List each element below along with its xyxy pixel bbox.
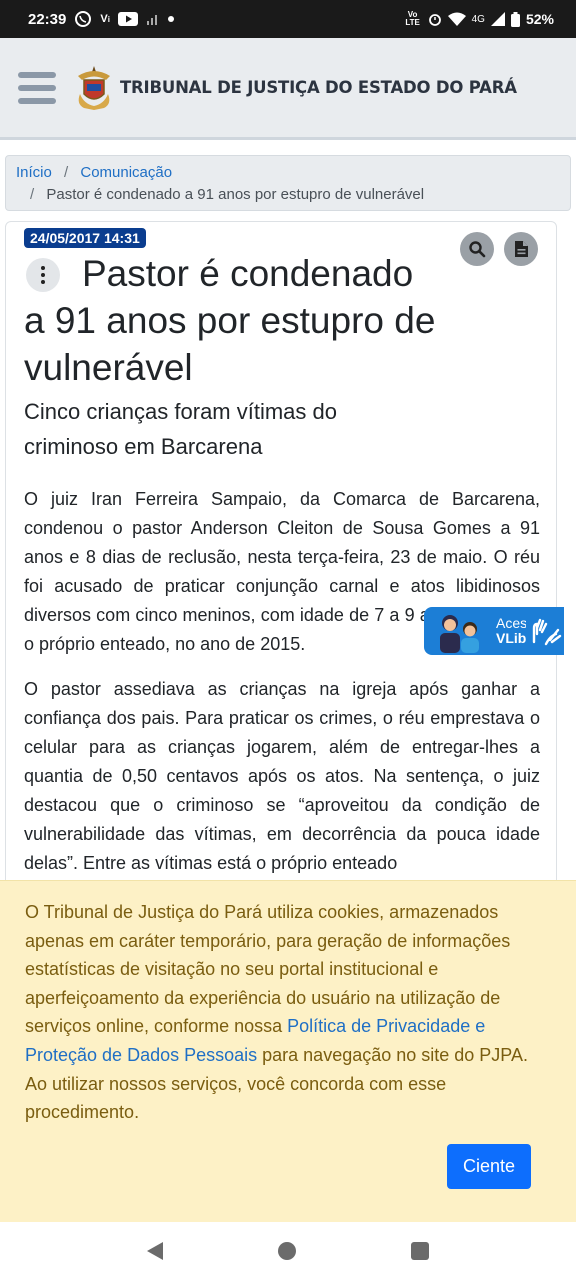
volte-icon: Vo LTE — [405, 10, 420, 27]
breadcrumb-separator: / — [64, 164, 69, 181]
network-type-label: 4G — [471, 13, 485, 25]
vlibras-avatars-icon — [440, 615, 479, 653]
sign-language-hands-icon — [532, 618, 562, 646]
menu-icon[interactable] — [18, 71, 56, 104]
article-paragraph: O pastor assediava as crianças na igreja… — [24, 679, 540, 873]
breadcrumb-home-link[interactable]: Início — [16, 164, 52, 181]
home-icon[interactable] — [277, 1242, 296, 1260]
document-icon — [514, 241, 528, 257]
vlibras-label-line1: Acessível em Libras — [496, 616, 526, 631]
android-navigation-bar — [0, 1222, 576, 1280]
breadcrumb: Início / Comunicação / Pastor é condenad… — [5, 155, 571, 211]
article-title: Pastor é condenado a 91 anos por estupro… — [24, 253, 436, 388]
youtube-icon — [117, 12, 138, 26]
breadcrumb-separator: / — [30, 186, 35, 203]
battery-percent: 52% — [525, 11, 554, 27]
site-header: TRIBUNAL DE JUSTIÇA DO ESTADO DO PARÁ — [0, 38, 576, 140]
battery-icon — [510, 11, 520, 27]
accept-cookies-button[interactable]: Ciente — [447, 1144, 531, 1189]
signal-off-icon — [146, 12, 160, 26]
document-button[interactable] — [504, 232, 538, 266]
back-icon[interactable] — [147, 1242, 164, 1260]
date-badge: 24/05/2017 14:31 — [24, 228, 146, 248]
cookie-text: O Tribunal de Justiça do Pará utiliza co… — [25, 898, 551, 1127]
brand-name[interactable]: TRIBUNAL DE JUSTIÇA DO ESTADO DO PARÁ — [120, 78, 517, 97]
breadcrumb-current: Pastor é condenado a 91 anos por estupro… — [46, 186, 425, 203]
tjpa-coat-of-arms-logo[interactable] — [74, 64, 114, 112]
status-time: 22:39 — [28, 10, 67, 28]
cookie-consent-banner: O Tribunal de Justiça do Pará utiliza co… — [0, 880, 576, 1222]
article-card: 24/05/2017 14:31 Pastor é condenado a 91… — [5, 221, 557, 921]
search-icon — [469, 241, 486, 258]
vlibras-label-line2: VLibras — [496, 630, 526, 646]
whatsapp-icon — [74, 10, 92, 28]
notification-dot-icon — [167, 16, 174, 22]
article-subtitle: Cinco crianças foram vítimas do criminos… — [24, 399, 337, 459]
cell-signal-icon — [490, 12, 505, 26]
alarm-icon — [428, 12, 442, 26]
vivo-icon: Vi — [100, 13, 110, 25]
vlibras-widget[interactable]: Acessível em Libras VLibras — [424, 607, 564, 655]
breadcrumb-comunicacao-link[interactable]: Comunicação — [80, 164, 172, 181]
wifi-icon — [447, 12, 466, 26]
recent-apps-icon[interactable] — [410, 1242, 429, 1260]
vlibras-label: Acessível em Libras VLibras — [496, 616, 526, 646]
search-button[interactable] — [460, 232, 494, 266]
status-bar: 22:39 Vi Vo LTE 4G 52% — [0, 0, 576, 38]
